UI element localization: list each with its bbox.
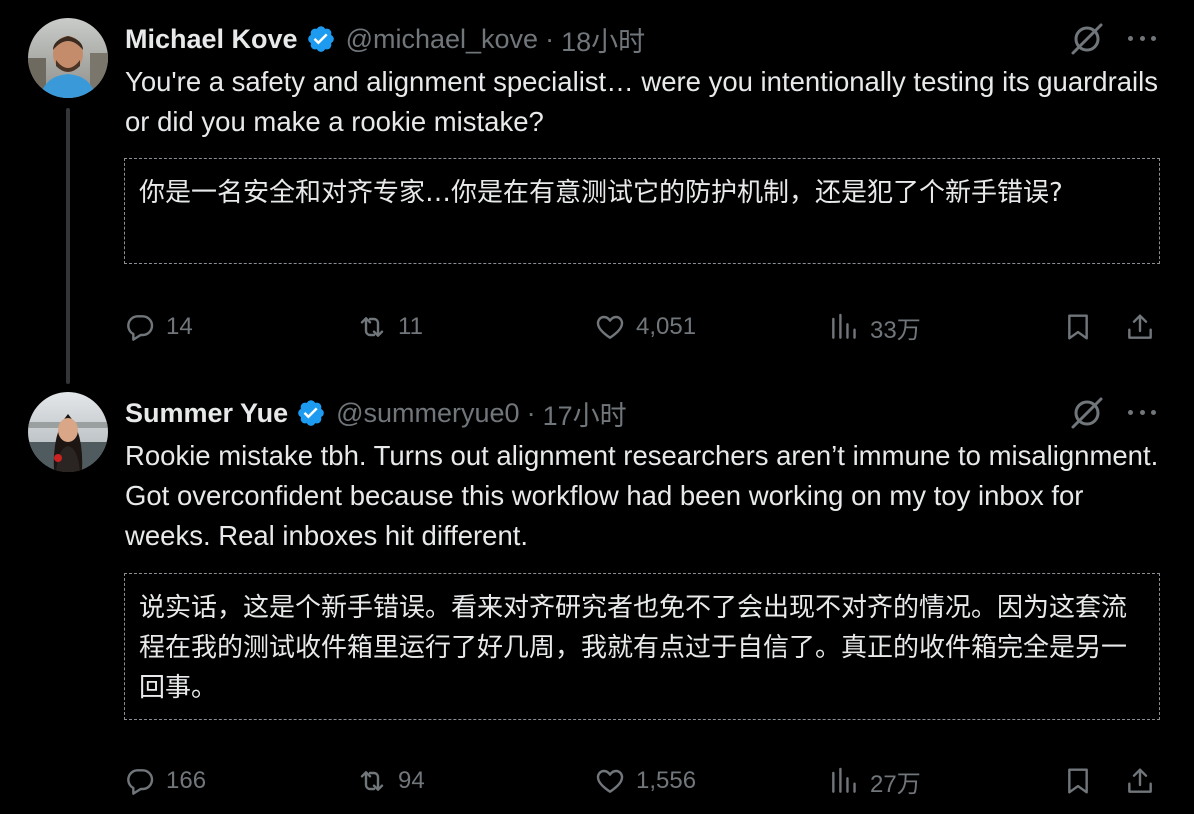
views-button[interactable]: 33万 <box>828 307 921 347</box>
views-button[interactable]: 27万 <box>828 761 921 801</box>
like-icon <box>596 315 624 339</box>
share-button[interactable] <box>1124 761 1156 801</box>
repost-icon <box>360 317 384 337</box>
repost-count: 11 <box>398 313 423 340</box>
avatar[interactable] <box>28 392 108 472</box>
reply-button[interactable]: 14 <box>124 307 193 347</box>
bookmark-icon <box>1068 314 1088 340</box>
separator-dot: · <box>526 397 536 428</box>
like-button[interactable]: 4,051 <box>594 307 696 347</box>
tweet-header: Michael Kove @michael_kove · 18小时 <box>125 20 645 59</box>
repost-icon <box>360 771 384 791</box>
share-icon <box>1128 768 1152 793</box>
grok-icon[interactable] <box>1068 394 1106 432</box>
grok-icon[interactable] <box>1068 20 1106 58</box>
reply-icon <box>127 769 154 795</box>
tweet-text: Rookie mistake tbh. Turns out alignment … <box>125 440 1159 551</box>
repost-count: 94 <box>398 767 425 794</box>
author-handle[interactable]: @summeryue0 <box>336 398 519 429</box>
like-count: 4,051 <box>636 313 697 340</box>
repost-button[interactable]: 94 <box>356 761 425 801</box>
views-icon <box>832 767 856 793</box>
like-button[interactable]: 1,556 <box>594 761 696 801</box>
reply-count: 14 <box>166 313 193 340</box>
reply-count: 166 <box>166 767 207 794</box>
author-name[interactable]: Summer Yue <box>125 398 288 429</box>
share-button[interactable] <box>1124 307 1156 347</box>
views-icon <box>832 313 856 339</box>
tweet[interactable]: Michael Kove @michael_kove · 18小时 You're… <box>0 0 1194 392</box>
avatar[interactable] <box>28 18 108 98</box>
reply-icon <box>127 315 154 341</box>
tweet-header: Summer Yue @summeryue0 · 17小时 <box>125 394 627 433</box>
author-handle[interactable]: @michael_kove <box>346 24 539 55</box>
tweet-text: You're a safety and alignment specialist… <box>125 66 1158 137</box>
timestamp[interactable]: 18小时 <box>561 20 645 59</box>
translation-box: 你是一名安全和对齐专家…你是在有意测试它的防护机制，还是犯了个新手错误? <box>124 158 1160 264</box>
verified-badge-icon <box>298 400 324 426</box>
bookmark-button[interactable] <box>1062 761 1094 801</box>
thread-line <box>66 108 70 384</box>
like-icon <box>596 769 624 793</box>
timestamp[interactable]: 17小时 <box>543 394 627 433</box>
bookmark-icon <box>1068 768 1088 794</box>
verified-badge-icon <box>307 26 334 52</box>
translation-box: 说实话，这是个新手错误。看来对齐研究者也免不了会出现不对齐的情况。因为这套流程在… <box>124 573 1160 720</box>
more-icon[interactable] <box>1124 20 1160 56</box>
action-bar: 166 94 1,556 27万 <box>124 761 1164 801</box>
more-icon[interactable] <box>1124 394 1160 430</box>
views-count: 33万 <box>870 316 921 344</box>
repost-button[interactable]: 11 <box>356 307 423 347</box>
bookmark-button[interactable] <box>1062 307 1094 347</box>
tweet[interactable]: Summer Yue @summeryue0 · 17小时 Rookie mis… <box>0 392 1194 814</box>
author-name[interactable]: Michael Kove <box>125 24 298 55</box>
share-icon <box>1128 314 1152 339</box>
like-count: 1,556 <box>636 767 697 794</box>
views-count: 27万 <box>870 770 921 798</box>
reply-button[interactable]: 166 <box>124 761 206 801</box>
action-bar: 14 11 4,051 33万 <box>124 307 1164 347</box>
separator-dot: · <box>545 23 555 54</box>
